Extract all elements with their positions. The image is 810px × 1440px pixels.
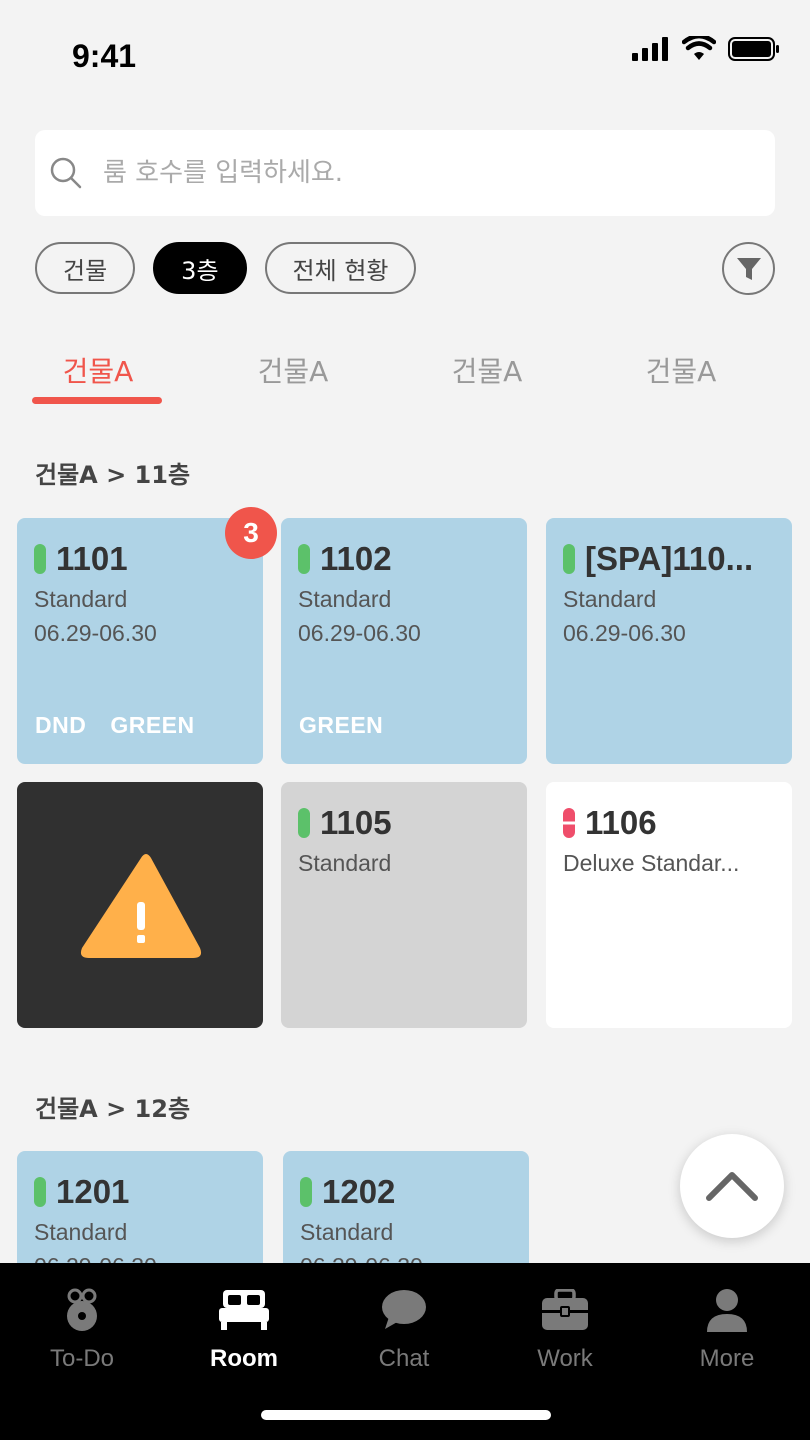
status-indicator xyxy=(298,808,310,838)
room-dates: 06.29-06.30 xyxy=(34,620,157,646)
room-number: 1101 xyxy=(56,540,128,577)
home-indicator xyxy=(261,1410,551,1420)
room-card[interactable]: 1105 Standard xyxy=(281,782,527,1028)
tab-building-3[interactable]: 건물A xyxy=(412,350,562,390)
nav-label: Chat xyxy=(378,1345,430,1372)
room-number: 1102 xyxy=(320,540,392,577)
status-icons xyxy=(632,36,780,62)
filter-icon xyxy=(736,257,761,280)
active-tab-indicator xyxy=(32,397,162,404)
room-type: Standard xyxy=(298,850,392,876)
room-type: Standard xyxy=(34,586,128,612)
room-card[interactable]: 1102 Standard 06.29-06.30 GREEN xyxy=(281,518,527,764)
room-type: Standard xyxy=(300,1219,394,1245)
todo-icon xyxy=(67,1288,97,1331)
status-indicator xyxy=(300,1177,312,1207)
briefcase-icon xyxy=(542,1289,588,1330)
room-number: 1201 xyxy=(56,1173,130,1210)
nav-label: More xyxy=(699,1345,755,1372)
search-icon xyxy=(49,156,83,190)
signal-icon xyxy=(632,37,668,61)
nav-more[interactable]: More xyxy=(657,1285,797,1373)
chat-icon xyxy=(382,1290,426,1329)
battery-icon xyxy=(728,37,779,61)
room-number: [SPA]110... xyxy=(585,540,754,577)
warning-icon xyxy=(80,854,202,958)
room-number: 1106 xyxy=(585,804,657,841)
status-indicator xyxy=(34,1177,46,1207)
chevron-up-icon xyxy=(706,1172,758,1201)
nav-work[interactable]: Work xyxy=(495,1285,635,1373)
status-indicator xyxy=(563,544,575,574)
room-number: 1105 xyxy=(320,804,392,841)
notification-badge: 3 xyxy=(225,507,277,559)
section-title: 건물A > 12층 xyxy=(35,1095,191,1123)
nav-todo[interactable]: To-Do xyxy=(12,1285,152,1373)
chip-building[interactable]: 건물 xyxy=(35,242,136,294)
tab-building-4[interactable]: 건물A xyxy=(606,350,756,390)
nav-chat[interactable]: Chat xyxy=(334,1285,474,1373)
wifi-icon xyxy=(682,36,716,60)
search-bar[interactable] xyxy=(35,130,775,216)
person-icon xyxy=(707,1289,747,1332)
nav-label: Room xyxy=(210,1345,278,1372)
room-type: Standard xyxy=(563,586,657,612)
room-card[interactable]: [SPA]110... Standard 06.29-06.30 xyxy=(546,518,792,764)
nav-label: Work xyxy=(537,1345,593,1372)
nav-label: To-Do xyxy=(49,1345,115,1372)
room-type: Standard xyxy=(34,1219,128,1245)
room-type: Deluxe Standar... xyxy=(563,850,740,876)
bed-icon xyxy=(219,1290,269,1330)
search-input[interactable] xyxy=(103,158,703,188)
tab-building-2[interactable]: 건물A xyxy=(218,350,368,390)
filter-button[interactable] xyxy=(722,242,775,295)
status-time: 9:41 xyxy=(72,38,137,74)
status-bar: 9:41 xyxy=(0,0,810,100)
status-tag: DND xyxy=(35,712,87,738)
status-indicator xyxy=(34,544,46,574)
tab-building-1[interactable]: 건물A xyxy=(23,350,173,390)
scroll-to-top-button[interactable] xyxy=(680,1134,784,1238)
status-indicator xyxy=(563,808,575,838)
chip-overview[interactable]: 전체 현황 xyxy=(264,242,417,294)
status-tag: GREEN xyxy=(110,712,195,738)
status-tag: GREEN xyxy=(299,712,384,738)
room-number: 1202 xyxy=(322,1173,396,1210)
room-card-warning[interactable] xyxy=(17,782,263,1028)
nav-room[interactable]: Room xyxy=(174,1285,314,1373)
filter-chips: 건물 3층 전체 현황 xyxy=(35,242,417,294)
room-card[interactable]: 1106 Deluxe Standar... xyxy=(546,782,792,1028)
room-dates: 06.29-06.30 xyxy=(298,620,421,646)
chip-floor[interactable]: 3층 xyxy=(153,242,247,294)
room-type: Standard xyxy=(298,586,392,612)
section-title: 건물A > 11층 xyxy=(35,461,191,489)
room-card[interactable]: 1101 Standard 06.29-06.30 DND GREEN xyxy=(17,518,263,764)
status-indicator xyxy=(298,544,310,574)
room-dates: 06.29-06.30 xyxy=(563,620,686,646)
